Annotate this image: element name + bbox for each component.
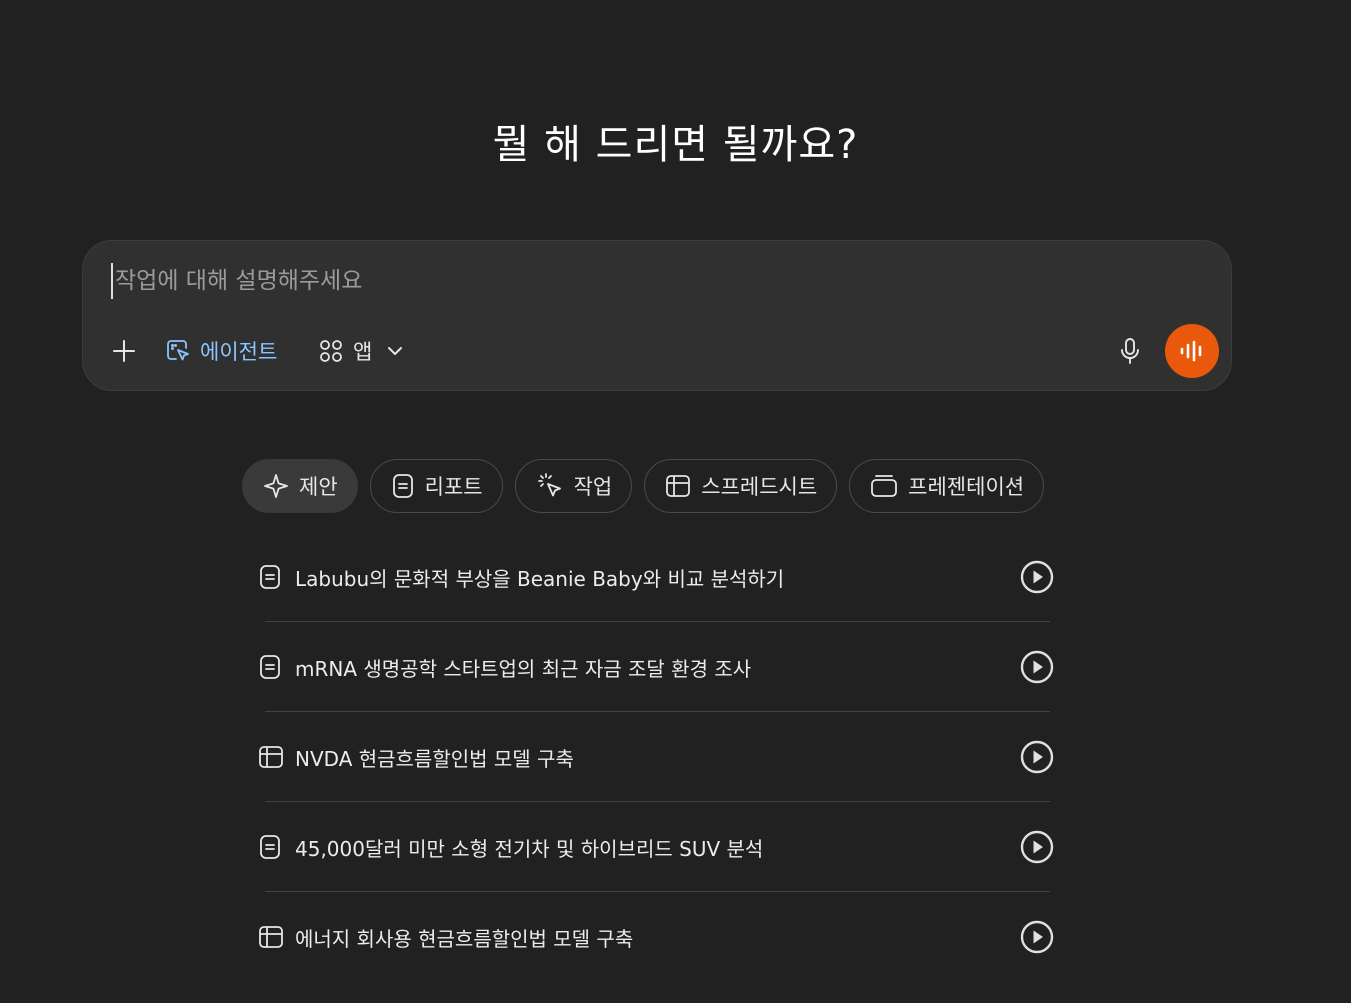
tab-label: 제안: [299, 475, 338, 499]
document-icon: [258, 834, 288, 860]
chevron-down-icon: [388, 347, 403, 355]
tab-label: 작업: [573, 475, 613, 499]
tab-label: 프레젠테이션: [908, 475, 1025, 499]
page: 뭘 해 드리면 될까요? 에이전트 앱: [0, 0, 1351, 1003]
voice-mode-button[interactable]: [1165, 324, 1219, 378]
suggestion-text: mRNA 생명공학 스타트업의 최근 자금 조달 환경 조사: [295, 656, 752, 681]
page-title: 뭘 해 드리면 될까요?: [492, 122, 859, 168]
tab-presentations[interactable]: 프레젠테이션: [849, 459, 1045, 513]
presentation-icon: [871, 475, 898, 497]
table-icon: [258, 925, 288, 949]
play-icon[interactable]: [1020, 650, 1054, 684]
apps-label: 앱: [353, 340, 373, 364]
prompt-input[interactable]: [111, 263, 1115, 299]
suggestion-item[interactable]: 45,000달러 미만 소형 전기차 및 하이브리드 SUV 분석: [258, 801, 1058, 892]
composer: 에이전트 앱: [82, 240, 1232, 391]
sparkle-icon: [264, 474, 288, 498]
table-icon: [666, 475, 691, 497]
tab-spreadsheets[interactable]: 스프레드시트: [644, 459, 838, 513]
table-icon: [258, 745, 288, 769]
suggestion-list: Labubu의 문화적 부상을 Beanie Baby와 비교 분석하기 mRN…: [258, 532, 1058, 982]
tab-tasks[interactable]: 작업: [514, 459, 633, 513]
tab-label: 스프레드시트: [701, 475, 818, 499]
suggestion-item[interactable]: 에너지 회사용 현금흐름할인법 모델 구축: [258, 891, 1058, 982]
suggestion-text: Labubu의 문화적 부상을 Beanie Baby와 비교 분석하기: [295, 566, 785, 591]
document-icon: [392, 474, 413, 498]
tab-reports[interactable]: 리포트: [369, 459, 503, 513]
suggestion-text: 에너지 회사용 현금흐름할인법 모델 구축: [295, 926, 634, 951]
agent-button[interactable]: 에이전트: [165, 331, 277, 371]
play-icon[interactable]: [1020, 740, 1054, 774]
document-icon: [258, 654, 288, 680]
suggestion-item[interactable]: mRNA 생명공학 스타트업의 최근 자금 조달 환경 조사: [258, 621, 1058, 712]
add-button[interactable]: [109, 331, 139, 371]
play-icon[interactable]: [1020, 920, 1054, 954]
suggestion-item[interactable]: Labubu의 문화적 부상을 Beanie Baby와 비교 분석하기: [258, 532, 1058, 622]
document-icon: [258, 564, 288, 590]
category-tabs: 제안 리포트 작업 스프레드시트 프레젠테이션: [242, 459, 1045, 513]
tab-suggestions[interactable]: 제안: [242, 459, 358, 513]
microphone-button[interactable]: [1115, 331, 1145, 371]
suggestion-text: NVDA 현금흐름할인법 모델 구축: [295, 746, 574, 771]
agent-label: 에이전트: [200, 340, 278, 364]
agent-cursor-icon: [167, 340, 189, 361]
plus-icon: [113, 340, 135, 362]
play-icon[interactable]: [1020, 560, 1054, 594]
apps-grid-icon: [320, 340, 342, 362]
cursor-click-icon: [537, 473, 561, 497]
suggestion-text: 45,000달러 미만 소형 전기차 및 하이브리드 SUV 분석: [295, 836, 764, 861]
tab-label: 리포트: [424, 475, 483, 499]
play-icon[interactable]: [1020, 830, 1054, 864]
microphone-icon: [1121, 338, 1139, 364]
voice-wave-icon: [1180, 340, 1202, 362]
apps-button[interactable]: 앱: [318, 331, 405, 371]
suggestion-item[interactable]: NVDA 현금흐름할인법 모델 구축: [258, 711, 1058, 802]
